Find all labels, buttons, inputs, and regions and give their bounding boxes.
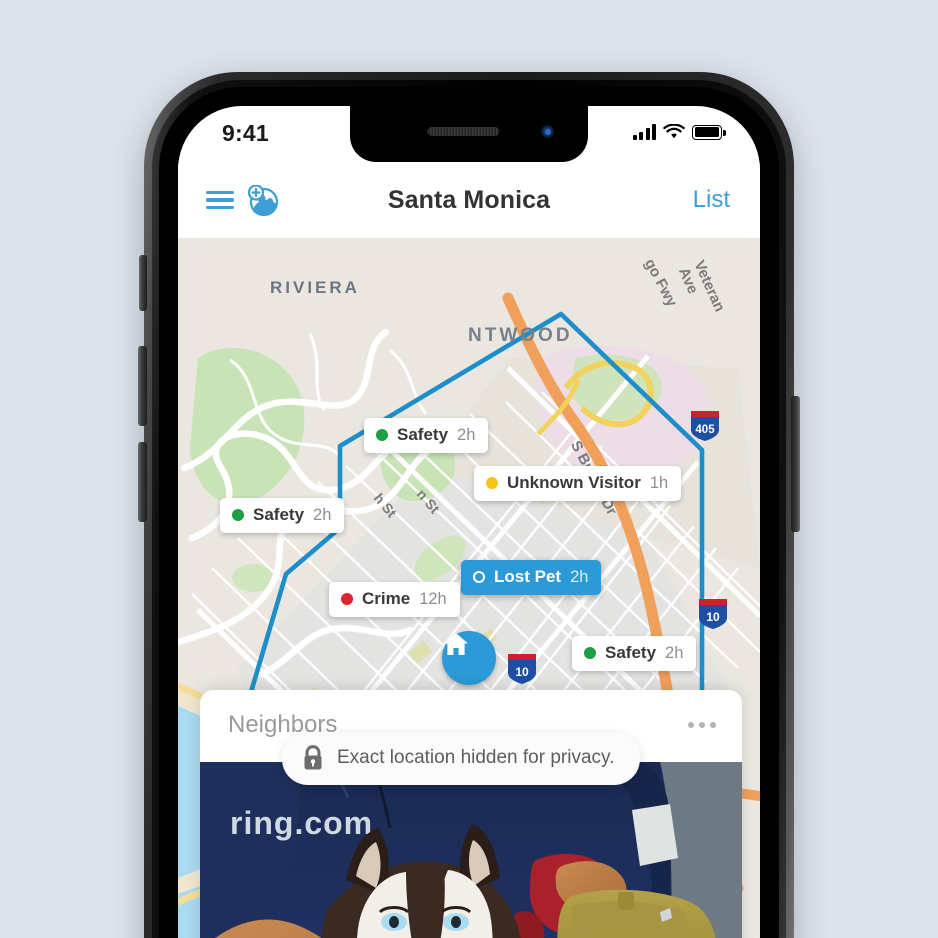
- pin-label: Unknown Visitor: [507, 473, 641, 492]
- phone-notch: [350, 106, 588, 162]
- cellular-signal-icon: [632, 124, 656, 140]
- highway-shield-405: 405: [688, 410, 722, 442]
- power-button[interactable]: [791, 396, 800, 532]
- map-pin-safety-top[interactable]: Safety 2h: [364, 418, 489, 453]
- pin-category-dot: [584, 647, 596, 659]
- volume-down-button[interactable]: [138, 442, 147, 522]
- map-pin-safety-bottom[interactable]: Safety 2h: [572, 636, 697, 671]
- feed-card-photo[interactable]: ring.com: [200, 762, 742, 938]
- pin-label: Safety: [253, 505, 305, 524]
- svg-text:10: 10: [515, 665, 529, 679]
- phone-screen: RIVIERA NTWOOD go Fwy Veteran Ave S Bund…: [178, 106, 760, 938]
- photo-illustration: ring.com: [200, 762, 742, 938]
- app-navbar: Santa Monica List: [178, 162, 760, 238]
- svg-text:405: 405: [695, 424, 715, 436]
- home-pin-icon[interactable]: [442, 631, 496, 685]
- home-glyph: [444, 633, 468, 655]
- pin-label: Lost Pet: [494, 567, 562, 586]
- map-pin-unknown-visitor[interactable]: Unknown Visitor 1h: [474, 466, 682, 501]
- pin-age: 2h: [457, 425, 476, 444]
- pin-category-dot: [486, 477, 498, 489]
- map-pin-lost-pet-selected[interactable]: Lost Pet 2h: [461, 560, 602, 595]
- privacy-toast: Exact location hidden for privacy.: [282, 732, 641, 785]
- pin-age: 2h: [665, 643, 684, 662]
- list-view-button[interactable]: List: [693, 186, 730, 214]
- volume-up-button[interactable]: [138, 346, 147, 426]
- pin-label: Safety: [605, 643, 657, 662]
- pin-age: 1h: [649, 473, 669, 492]
- earpiece-speaker: [427, 127, 500, 136]
- screenshot-stage: RIVIERA NTWOOD go Fwy Veteran Ave S Bund…: [0, 0, 938, 938]
- neighbors-feed-card[interactable]: Neighbors ring.com: [200, 690, 742, 938]
- lock-icon: [304, 745, 322, 770]
- privacy-toast-text: Exact location hidden for privacy.: [337, 747, 615, 768]
- pin-category-ring: [473, 571, 485, 583]
- map-pin-crime[interactable]: Crime 12h: [329, 582, 460, 617]
- pin-age: 2h: [313, 505, 332, 524]
- svg-text:10: 10: [706, 610, 720, 624]
- page-title: Santa Monica: [387, 185, 551, 214]
- pin-label: Crime: [362, 589, 411, 608]
- pin-category-dot: [341, 593, 353, 605]
- map-pin-safety-left[interactable]: Safety 2h: [220, 498, 345, 533]
- mute-switch-button[interactable]: [139, 255, 147, 311]
- pin-label: Safety: [397, 425, 449, 444]
- pin-age: 2h: [570, 567, 589, 586]
- photo-watermark: ring.com: [230, 805, 373, 841]
- pin-category-dot: [376, 429, 388, 441]
- more-options-icon[interactable]: [688, 722, 716, 728]
- wifi-icon: [663, 124, 685, 139]
- pin-age: 12h: [419, 589, 447, 608]
- highway-shield-10-right: 10: [696, 598, 730, 630]
- status-time: 9:41: [222, 120, 269, 146]
- front-camera: [541, 125, 554, 138]
- pin-category-dot: [232, 509, 244, 521]
- battery-full-icon: [692, 124, 726, 140]
- highway-shield-10-center: 10: [505, 653, 539, 685]
- status-indicators: [632, 124, 726, 140]
